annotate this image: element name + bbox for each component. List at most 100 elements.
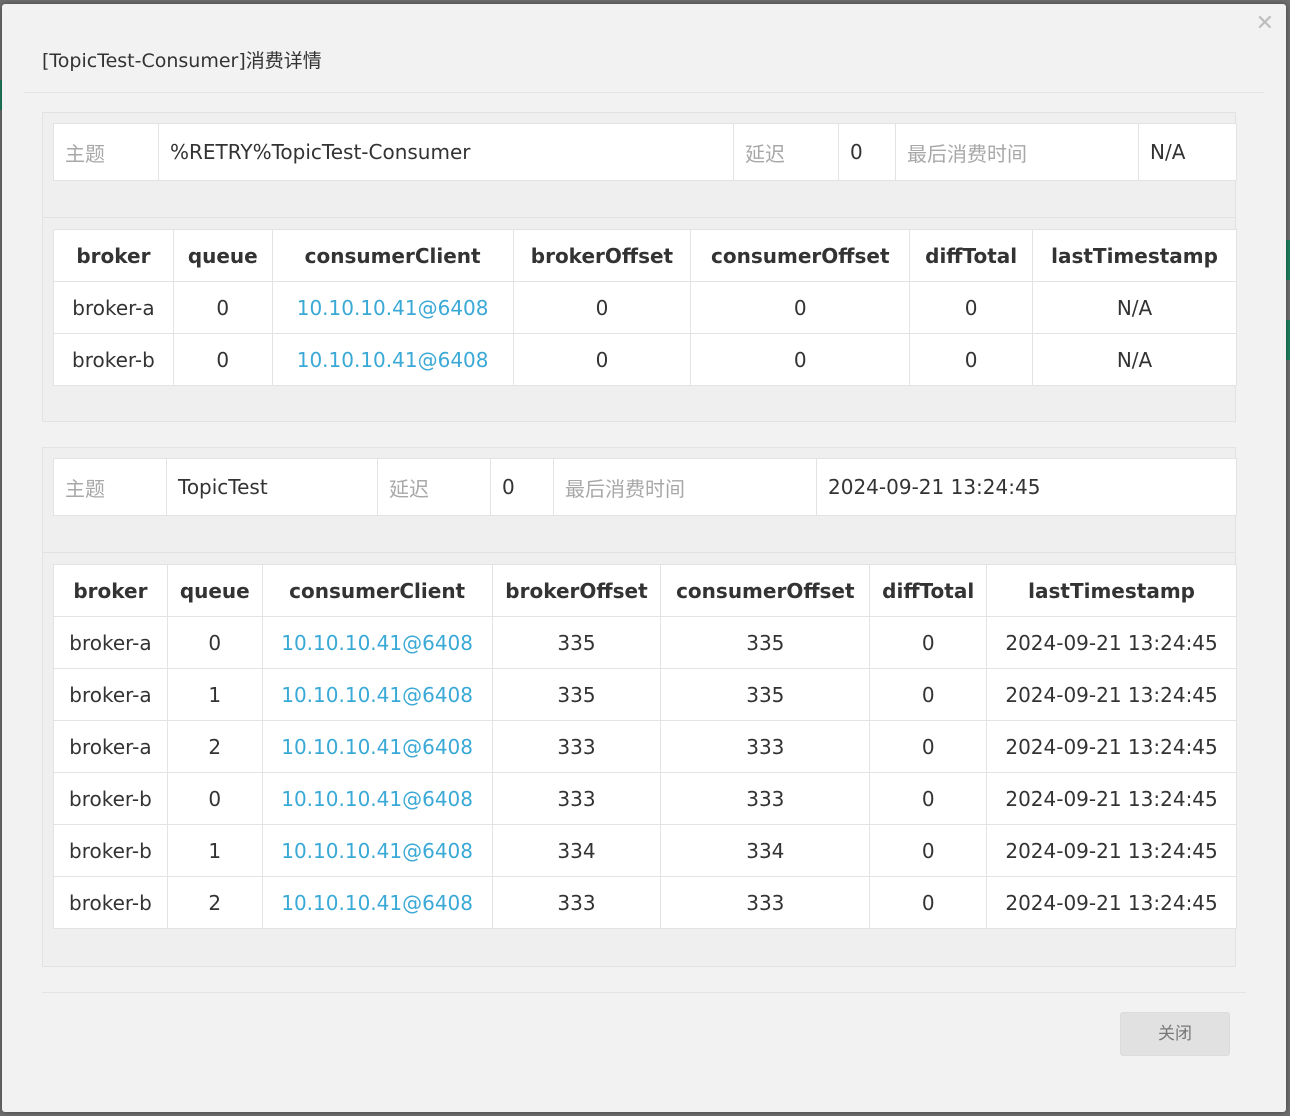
column-header-queue: queue xyxy=(172,229,273,282)
queue-cell: 0 xyxy=(172,281,273,334)
broker-cell: broker-b xyxy=(53,824,168,877)
delay-value: 0 xyxy=(838,123,896,181)
close-icon[interactable]: ✕ xyxy=(1256,10,1274,38)
table-row: broker-a 1 10.10.10.41@6408 335 335 0 20… xyxy=(53,668,1237,721)
queue-cell: 2 xyxy=(166,876,263,929)
last-timestamp-cell: N/A xyxy=(1032,333,1237,386)
consumer-offset-cell: 0 xyxy=(690,333,911,386)
queue-table: broker queue consumerClient brokerOffset… xyxy=(53,564,1237,929)
table-row: broker-a 0 10.10.10.41@6408 335 335 0 20… xyxy=(53,616,1237,669)
consumer-offset-cell: 334 xyxy=(660,824,871,877)
topic-value: TopicTest xyxy=(166,458,378,516)
column-header-broker-offset: brokerOffset xyxy=(491,564,662,617)
topic-label: 主题 xyxy=(53,458,167,516)
consumer-offset-cell: 335 xyxy=(660,668,871,721)
column-header-broker-offset: brokerOffset xyxy=(512,229,692,282)
consumer-client-link[interactable]: 10.10.10.41@6408 xyxy=(261,720,493,773)
column-header-diff-total: diffTotal xyxy=(909,229,1034,282)
broker-cell: broker-a xyxy=(53,281,174,334)
last-consume-time-label: 最后消费时间 xyxy=(553,458,817,516)
diff-total-cell: 0 xyxy=(869,876,988,929)
delay-value: 0 xyxy=(490,458,554,516)
table-row: broker-a 0 10.10.10.41@6408 0 0 0 N/A xyxy=(53,281,1237,334)
delay-label: 延迟 xyxy=(377,458,491,516)
broker-offset-cell: 0 xyxy=(512,281,692,334)
last-timestamp-cell: 2024-09-21 13:24:45 xyxy=(986,876,1237,929)
broker-offset-cell: 335 xyxy=(491,668,662,721)
queue-cell: 0 xyxy=(166,772,263,825)
diff-total-cell: 0 xyxy=(869,824,988,877)
diff-total-cell: 0 xyxy=(909,333,1034,386)
queue-cell: 1 xyxy=(166,668,263,721)
table-row: broker-b 2 10.10.10.41@6408 333 333 0 20… xyxy=(53,876,1237,929)
consume-detail-dialog: ✕ [TopicTest-Consumer]消费详情 主题 %RETRY%Top… xyxy=(2,4,1286,1112)
table-row: broker-b 1 10.10.10.41@6408 334 334 0 20… xyxy=(53,824,1237,877)
broker-offset-cell: 333 xyxy=(491,772,662,825)
topic-panel-retry: 主题 %RETRY%TopicTest-Consumer 延迟 0 最后消费时间… xyxy=(42,112,1237,422)
column-header-broker: broker xyxy=(53,229,174,282)
broker-cell: broker-a xyxy=(53,720,168,773)
dialog-title: [TopicTest-Consumer]消费详情 xyxy=(42,50,322,72)
panel-header: 主题 %RETRY%TopicTest-Consumer 延迟 0 最后消费时间… xyxy=(43,113,1237,218)
column-header-consumer-client: consumerClient xyxy=(261,564,493,617)
consumer-client-link[interactable]: 10.10.10.41@6408 xyxy=(261,824,493,877)
broker-offset-cell: 333 xyxy=(491,720,662,773)
last-timestamp-cell: 2024-09-21 13:24:45 xyxy=(986,824,1237,877)
background-stripe xyxy=(1286,320,1290,360)
last-timestamp-cell: 2024-09-21 13:24:45 xyxy=(986,616,1237,669)
table-header-row: broker queue consumerClient brokerOffset… xyxy=(53,229,1237,282)
consumer-client-link[interactable]: 10.10.10.41@6408 xyxy=(271,281,514,334)
last-consume-time-label: 最后消费时间 xyxy=(895,123,1139,181)
consumer-client-link[interactable]: 10.10.10.41@6408 xyxy=(271,333,514,386)
column-header-last-timestamp: lastTimestamp xyxy=(1032,229,1237,282)
consumer-client-link[interactable]: 10.10.10.41@6408 xyxy=(261,772,493,825)
table-row: broker-b 0 10.10.10.41@6408 0 0 0 N/A xyxy=(53,333,1237,386)
broker-offset-cell: 334 xyxy=(491,824,662,877)
table-row: broker-a 2 10.10.10.41@6408 333 333 0 20… xyxy=(53,720,1237,773)
consumer-client-link[interactable]: 10.10.10.41@6408 xyxy=(261,668,493,721)
column-header-broker: broker xyxy=(53,564,168,617)
queue-cell: 1 xyxy=(166,824,263,877)
footer-divider xyxy=(42,992,1246,993)
column-header-last-timestamp: lastTimestamp xyxy=(986,564,1237,617)
table-header-row: broker queue consumerClient brokerOffset… xyxy=(53,564,1237,617)
topic-value: %RETRY%TopicTest-Consumer xyxy=(158,123,734,181)
queue-cell: 0 xyxy=(172,333,273,386)
consumer-offset-cell: 0 xyxy=(690,281,911,334)
queue-table: broker queue consumerClient brokerOffset… xyxy=(53,229,1237,386)
consumer-offset-cell: 333 xyxy=(660,772,871,825)
queue-cell: 2 xyxy=(166,720,263,773)
topic-info-table: 主题 TopicTest 延迟 0 最后消费时间 2024-09-21 13:2… xyxy=(53,458,1237,516)
column-header-queue: queue xyxy=(166,564,263,617)
topic-info-table: 主题 %RETRY%TopicTest-Consumer 延迟 0 最后消费时间… xyxy=(53,123,1237,181)
broker-cell: broker-b xyxy=(53,333,174,386)
column-header-consumer-offset: consumerOffset xyxy=(690,229,911,282)
last-consume-time-value: 2024-09-21 13:24:45 xyxy=(816,458,1237,516)
diff-total-cell: 0 xyxy=(869,616,988,669)
broker-offset-cell: 0 xyxy=(512,333,692,386)
panel-header: 主题 TopicTest 延迟 0 最后消费时间 2024-09-21 13:2… xyxy=(43,448,1237,553)
column-header-consumer-offset: consumerOffset xyxy=(660,564,871,617)
close-button[interactable]: 关闭 xyxy=(1120,1012,1230,1056)
last-timestamp-cell: 2024-09-21 13:24:45 xyxy=(986,772,1237,825)
consumer-offset-cell: 335 xyxy=(660,616,871,669)
background-stripe xyxy=(1286,240,1290,280)
last-timestamp-cell: 2024-09-21 13:24:45 xyxy=(986,668,1237,721)
delay-label: 延迟 xyxy=(733,123,839,181)
broker-offset-cell: 333 xyxy=(491,876,662,929)
consumer-offset-cell: 333 xyxy=(660,720,871,773)
table-row: broker-b 0 10.10.10.41@6408 333 333 0 20… xyxy=(53,772,1237,825)
consumer-offset-cell: 333 xyxy=(660,876,871,929)
broker-cell: broker-b xyxy=(53,772,168,825)
last-timestamp-cell: N/A xyxy=(1032,281,1237,334)
consumer-client-link[interactable]: 10.10.10.41@6408 xyxy=(261,876,493,929)
last-timestamp-cell: 2024-09-21 13:24:45 xyxy=(986,720,1237,773)
broker-offset-cell: 335 xyxy=(491,616,662,669)
queue-cell: 0 xyxy=(166,616,263,669)
broker-cell: broker-a xyxy=(53,668,168,721)
broker-cell: broker-b xyxy=(53,876,168,929)
column-header-consumer-client: consumerClient xyxy=(271,229,514,282)
consumer-client-link[interactable]: 10.10.10.41@6408 xyxy=(261,616,493,669)
diff-total-cell: 0 xyxy=(869,772,988,825)
column-header-diff-total: diffTotal xyxy=(869,564,988,617)
